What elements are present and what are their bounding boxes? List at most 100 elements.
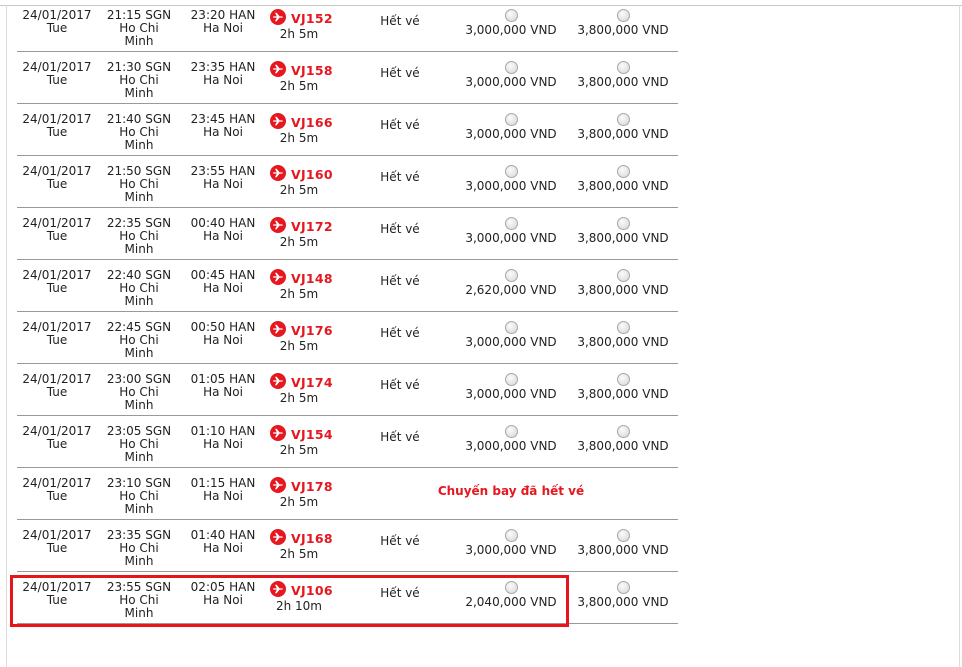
dep-time: 21:30	[106, 60, 142, 74]
plane-icon	[270, 529, 286, 548]
fare-radio-2[interactable]	[616, 165, 630, 178]
departure-cell: 21:30 SGN Ho Chi Minh	[104, 61, 174, 100]
dest-code: HAN	[229, 8, 256, 22]
fare-radio-2[interactable]	[616, 269, 630, 282]
fare-1-price: 3,000,000 VND	[465, 23, 557, 37]
origin-city: Ho Chi Minh	[119, 21, 159, 48]
fare-option-1: 3,000,000 VND	[455, 425, 567, 453]
flight-number: VJ176	[291, 323, 333, 338]
dest-city: Ha Noi	[203, 281, 243, 295]
duration-text: 2h 5m	[279, 235, 319, 249]
status-text: Hết vé	[380, 378, 420, 392]
status-cell: Hết vé	[369, 327, 431, 340]
dest-code: HAN	[229, 424, 256, 438]
arrival-cell: 00:45 HAN Ha Noi	[188, 269, 258, 295]
arrival-cell: 01:10 HAN Ha Noi	[188, 425, 258, 451]
fare-radio-2[interactable]	[616, 529, 630, 542]
dest-code: HAN	[229, 320, 256, 334]
origin-city: Ho Chi Minh	[119, 489, 159, 516]
status-cell: Hết vé	[369, 171, 431, 184]
fare-radio-1[interactable]	[504, 165, 518, 178]
status-cell: Hết vé	[369, 15, 431, 28]
plane-icon	[270, 9, 286, 28]
fare-radio-1[interactable]	[504, 113, 518, 126]
fare-radio-1[interactable]	[504, 269, 518, 282]
dest-code: HAN	[229, 268, 256, 282]
origin-city: Ho Chi Minh	[119, 73, 159, 100]
flight-cell: VJ154 2h 5m	[267, 425, 333, 457]
origin-code: SGN	[145, 216, 172, 230]
flight-number: VJ152	[291, 11, 333, 26]
weekday-text: Tue	[46, 437, 68, 451]
date-text: 24/01/2017	[22, 112, 92, 126]
fare-radio-2[interactable]	[616, 217, 630, 230]
fare-2-price: 3,800,000 VND	[577, 335, 669, 349]
flight-number: VJ154	[291, 427, 333, 442]
fare-radio-1[interactable]	[504, 321, 518, 334]
arr-time: 01:40	[190, 528, 226, 542]
dest-city: Ha Noi	[203, 333, 243, 347]
status-text: Hết vé	[380, 66, 420, 80]
fare-2-price: 3,800,000 VND	[577, 439, 669, 453]
arrival-cell: 01:40 HAN Ha Noi	[188, 529, 258, 555]
fare-radio-1[interactable]	[504, 529, 518, 542]
fare-radio-2[interactable]	[616, 9, 630, 22]
fare-radio-2[interactable]	[616, 425, 630, 438]
fare-option-1: 3,000,000 VND	[455, 9, 567, 37]
dest-code: HAN	[229, 476, 256, 490]
date-text: 24/01/2017	[22, 528, 92, 542]
fare-option-1: 3,000,000 VND	[455, 113, 567, 141]
fare-2-price: 3,800,000 VND	[577, 231, 669, 245]
fare-option-2: 3,800,000 VND	[568, 581, 678, 609]
fare-radio-1[interactable]	[504, 61, 518, 74]
departure-cell: 22:45 SGN Ho Chi Minh	[104, 321, 174, 360]
flight-number: VJ166	[291, 115, 333, 130]
weekday-text: Tue	[46, 281, 68, 295]
arr-time: 23:45	[190, 112, 226, 126]
origin-city: Ho Chi Minh	[119, 333, 159, 360]
origin-city: Ho Chi Minh	[119, 177, 159, 204]
status-text: Hết vé	[380, 14, 420, 28]
fare-option-2: 3,800,000 VND	[568, 217, 678, 245]
flight-row: 24/01/2017 Tue 23:10 SGN Ho Chi Minh 01:15 H…	[17, 468, 678, 520]
departure-cell: 23:05 SGN Ho Chi Minh	[104, 425, 174, 464]
fare-1-price: 3,000,000 VND	[465, 127, 557, 141]
departure-cell: 21:50 SGN Ho Chi Minh	[104, 165, 174, 204]
departure-cell: 21:15 SGN Ho Chi Minh	[104, 9, 174, 48]
fare-radio-2[interactable]	[616, 321, 630, 334]
fare-option-2: 3,800,000 VND	[568, 165, 678, 193]
fare-radio-1[interactable]	[504, 9, 518, 22]
weekday-text: Tue	[46, 229, 68, 243]
status-cell: Hết vé	[369, 379, 431, 392]
fare-radio-1[interactable]	[504, 425, 518, 438]
dest-city: Ha Noi	[203, 21, 243, 35]
departure-cell: 22:35 SGN Ho Chi Minh	[104, 217, 174, 256]
fare-radio-2[interactable]	[616, 113, 630, 126]
fare-2-price: 3,800,000 VND	[577, 387, 669, 401]
departure-cell: 23:00 SGN Ho Chi Minh	[104, 373, 174, 412]
fare-2-price: 3,800,000 VND	[577, 595, 669, 609]
fare-1-price: 3,000,000 VND	[465, 439, 557, 453]
fare-radio-1[interactable]	[504, 217, 518, 230]
date-text: 24/01/2017	[22, 60, 92, 74]
fare-radio-2[interactable]	[616, 581, 630, 594]
dest-city: Ha Noi	[203, 437, 243, 451]
duration-text: 2h 5m	[279, 287, 319, 301]
fare-radio-2[interactable]	[616, 373, 630, 386]
fare-2-price: 3,800,000 VND	[577, 23, 669, 37]
flight-row: 24/01/2017 Tue 21:30 SGN Ho Chi Minh 23:35 H…	[17, 52, 678, 104]
status-cell: Hết vé	[369, 275, 431, 288]
plane-icon	[270, 217, 286, 236]
flight-cell: VJ160 2h 5m	[267, 165, 333, 197]
arr-time: 00:50	[190, 320, 226, 334]
flight-cell: VJ166 2h 5m	[267, 113, 333, 145]
arrival-cell: 01:15 HAN Ha Noi	[188, 477, 258, 503]
fare-option-1: 3,000,000 VND	[455, 217, 567, 245]
flight-cell: VJ168 2h 5m	[267, 529, 333, 561]
window-right-edge	[959, 5, 960, 667]
fare-radio-2[interactable]	[616, 61, 630, 74]
duration-text: 2h 5m	[279, 131, 319, 145]
arrival-cell: 01:05 HAN Ha Noi	[188, 373, 258, 399]
duration-text: 2h 5m	[279, 443, 319, 457]
fare-radio-1[interactable]	[504, 373, 518, 386]
